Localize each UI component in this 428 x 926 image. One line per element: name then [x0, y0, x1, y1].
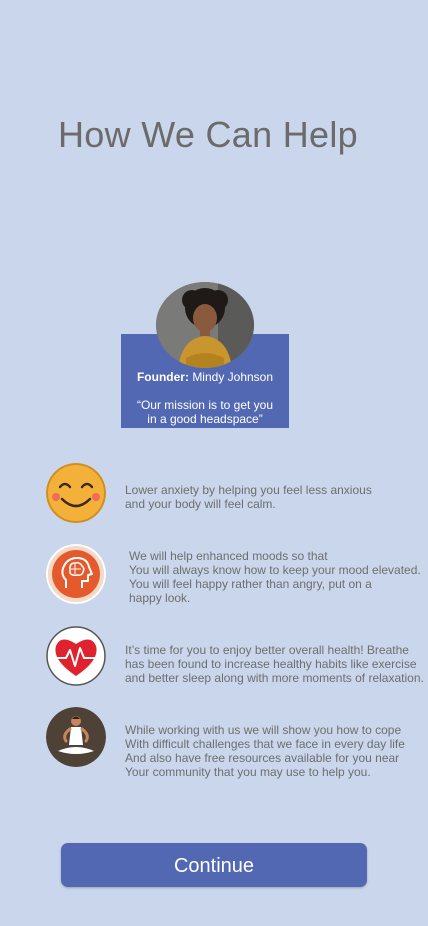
smiley-face-icon [46, 463, 106, 523]
page-title: How We Can Help [58, 114, 358, 155]
founder-quote: “Our mission is to get you in a good hea… [136, 398, 274, 426]
benefit-text-health: It’s time for you to enjoy better overal… [125, 643, 424, 685]
brain-head-icon [46, 544, 106, 604]
continue-button[interactable]: Continue [61, 843, 367, 887]
benefit-text-anxiety: Lower anxiety by helping you feel less a… [125, 483, 372, 511]
founder-name: Mindy Johnson [192, 370, 274, 384]
founder-avatar [156, 282, 254, 368]
heart-pulse-icon [46, 626, 106, 686]
benefit-text-mood: We will help enhanced moods so that You … [129, 549, 421, 605]
meditation-person-icon [46, 707, 106, 767]
benefit-text-coping: While working with us we will show you h… [125, 723, 405, 779]
founder-label: Founder: [136, 370, 189, 384]
founder-line: Founder: Mindy Johnson [121, 370, 289, 384]
